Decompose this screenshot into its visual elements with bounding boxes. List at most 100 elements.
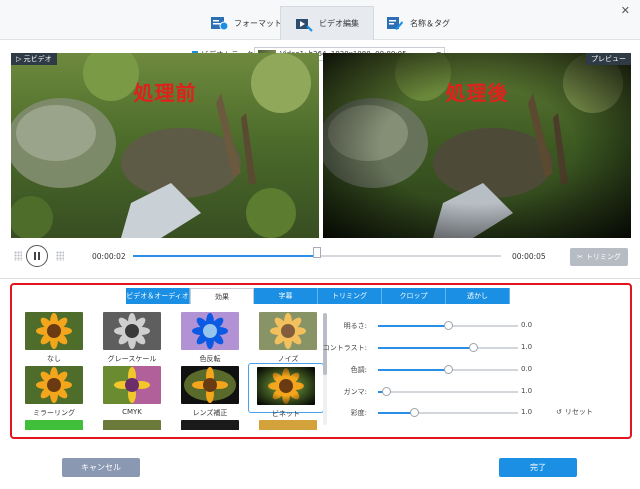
trim-button-label: トリミング — [585, 253, 621, 261]
done-button[interactable]: 完了 — [499, 458, 577, 477]
total-time: 00:00:05 — [512, 252, 546, 261]
reset-icon: ↺ — [556, 408, 562, 416]
slider-handle[interactable] — [443, 321, 453, 330]
slider-handle[interactable] — [468, 343, 478, 352]
effect-thumb-noise — [259, 312, 317, 350]
seek-progress — [133, 255, 317, 257]
original-video-tag: ▷ 元ビデオ — [11, 53, 57, 65]
seek-bar[interactable] — [133, 247, 501, 258]
effect-thumb-grayscale — [103, 312, 161, 350]
trim-button[interactable]: ✂ トリミング — [570, 248, 628, 266]
slider-handle[interactable] — [409, 408, 419, 417]
slider-handle[interactable] — [443, 365, 453, 374]
slider-label: ガンマ: — [343, 388, 367, 396]
slider-fill — [378, 347, 474, 349]
preview-video-pane: プレビュー 処理後 — [323, 53, 631, 238]
tab-format-label: フォーマット — [234, 18, 282, 28]
pause-button[interactable] — [26, 245, 48, 267]
slider-label: コントラスト: — [322, 344, 367, 352]
slider-track[interactable] — [378, 387, 518, 396]
effects-grid: なし グレースケール 色反転 ノイズ ミラーリング CMYK レンズ補正 ビネッ… — [20, 310, 330, 430]
slider-fill — [378, 369, 448, 371]
after-caption: 処理後 — [445, 81, 509, 105]
effect-none[interactable]: なし — [20, 312, 88, 364]
slider-fill — [378, 412, 415, 414]
seek-handle[interactable] — [313, 247, 321, 258]
slider-brightness: 明るさ: 0.0 — [335, 320, 625, 332]
effect-noise[interactable]: ノイズ — [254, 312, 322, 364]
effect-vignette[interactable]: ビネット — [248, 363, 324, 418]
grip-handle-left — [14, 251, 22, 261]
slider-fill — [378, 325, 448, 327]
effect-label: レンズ補正 — [192, 409, 228, 417]
playback-bar: 00:00:02 00:00:05 ✂ トリミング — [0, 244, 640, 270]
effect-label: なし — [47, 355, 61, 363]
tab-subtitles[interactable]: 字幕 — [254, 288, 318, 304]
tab-name-tag-label: 名称＆タグ — [410, 18, 450, 28]
effect-row3-3[interactable] — [176, 420, 244, 430]
effect-label: ミラーリング — [33, 409, 75, 417]
slider-hue: 色調: 0.0 — [335, 364, 625, 376]
slider-track[interactable] — [378, 321, 518, 330]
tab-name-tag[interactable]: 名称＆タグ — [372, 6, 464, 40]
tab-trimming[interactable]: トリミング — [318, 288, 382, 304]
slider-label: 明るさ: — [343, 322, 367, 330]
edit-tag-icon — [387, 17, 403, 30]
tab-video-edit[interactable]: ビデオ編集 — [280, 6, 374, 40]
slider-value: 0.0 — [521, 321, 533, 329]
effect-thumb-lens — [181, 366, 239, 404]
tab-crop[interactable]: クロップ — [382, 288, 446, 304]
slider-gamma: ガンマ: 1.0 — [335, 386, 625, 398]
effect-invert[interactable]: 色反転 — [176, 312, 244, 364]
effect-label: CMYK — [122, 408, 142, 416]
preview-video-tag: プレビュー — [586, 53, 631, 65]
slider-handle[interactable] — [381, 387, 391, 396]
effect-label: 色反転 — [199, 355, 221, 363]
tab-effects[interactable]: 効果 — [190, 288, 254, 304]
grip-handle-right — [56, 251, 64, 261]
effect-row3-4[interactable] — [254, 420, 322, 430]
reset-button[interactable]: ↺ リセット — [556, 407, 593, 417]
slider-value: 0.0 — [521, 365, 533, 373]
effect-cmyk[interactable]: CMYK — [98, 366, 166, 416]
effect-mirror[interactable]: ミラーリング — [20, 366, 88, 418]
effect-grayscale[interactable]: グレースケール — [98, 312, 166, 364]
tab-video-edit-label: ビデオ編集 — [319, 19, 359, 28]
slider-track[interactable] — [378, 408, 518, 417]
format-settings-icon — [211, 17, 228, 31]
original-video-pane: ▷ 元ビデオ 処理前 — [11, 53, 319, 238]
slider-label: 色調: — [350, 366, 367, 374]
slider-value: 1.0 — [521, 387, 533, 395]
effect-thumb-partial — [181, 420, 239, 430]
section-divider — [0, 278, 640, 279]
top-tab-bar: フォーマット ビデオ編集 名称＆タグ ✕ — [0, 0, 640, 40]
effects-scrollbar[interactable] — [323, 313, 327, 425]
slider-contrast: コントラスト: 1.0 — [323, 342, 625, 354]
effect-thumb-invert — [181, 312, 239, 350]
effect-thumb-vignette — [257, 367, 315, 405]
slider-track[interactable] — [378, 343, 518, 352]
effect-lens[interactable]: レンズ補正 — [176, 366, 244, 418]
effect-thumb-cmyk — [103, 366, 161, 404]
effect-thumb-partial — [103, 420, 161, 430]
effect-thumb-partial — [259, 420, 317, 430]
effect-label: ビネット — [272, 410, 300, 418]
before-caption: 処理前 — [133, 81, 197, 105]
close-icon[interactable]: ✕ — [621, 4, 630, 17]
edit-sub-tabs: ビデオ＆オーディオ 効果 字幕 トリミング クロップ 透かし — [126, 288, 510, 304]
slider-track[interactable] — [378, 365, 518, 374]
current-time: 00:00:02 — [92, 252, 126, 261]
effect-row3-2[interactable] — [98, 420, 166, 430]
tab-watermark[interactable]: 透かし — [446, 288, 510, 304]
slider-label: 彩度: — [350, 409, 367, 417]
slider-value: 1.0 — [521, 343, 533, 351]
effect-thumb-partial — [25, 420, 83, 430]
tab-video-audio[interactable]: ビデオ＆オーディオ — [126, 288, 190, 304]
video-edit-icon — [296, 18, 313, 32]
effect-row3-1[interactable] — [20, 420, 88, 430]
cancel-button[interactable]: キャンセル — [62, 458, 140, 477]
slider-value: 1.0 — [521, 408, 533, 416]
effect-thumb-none — [25, 312, 83, 350]
reset-label: リセット — [564, 408, 593, 416]
effect-label: グレースケール — [107, 355, 157, 363]
